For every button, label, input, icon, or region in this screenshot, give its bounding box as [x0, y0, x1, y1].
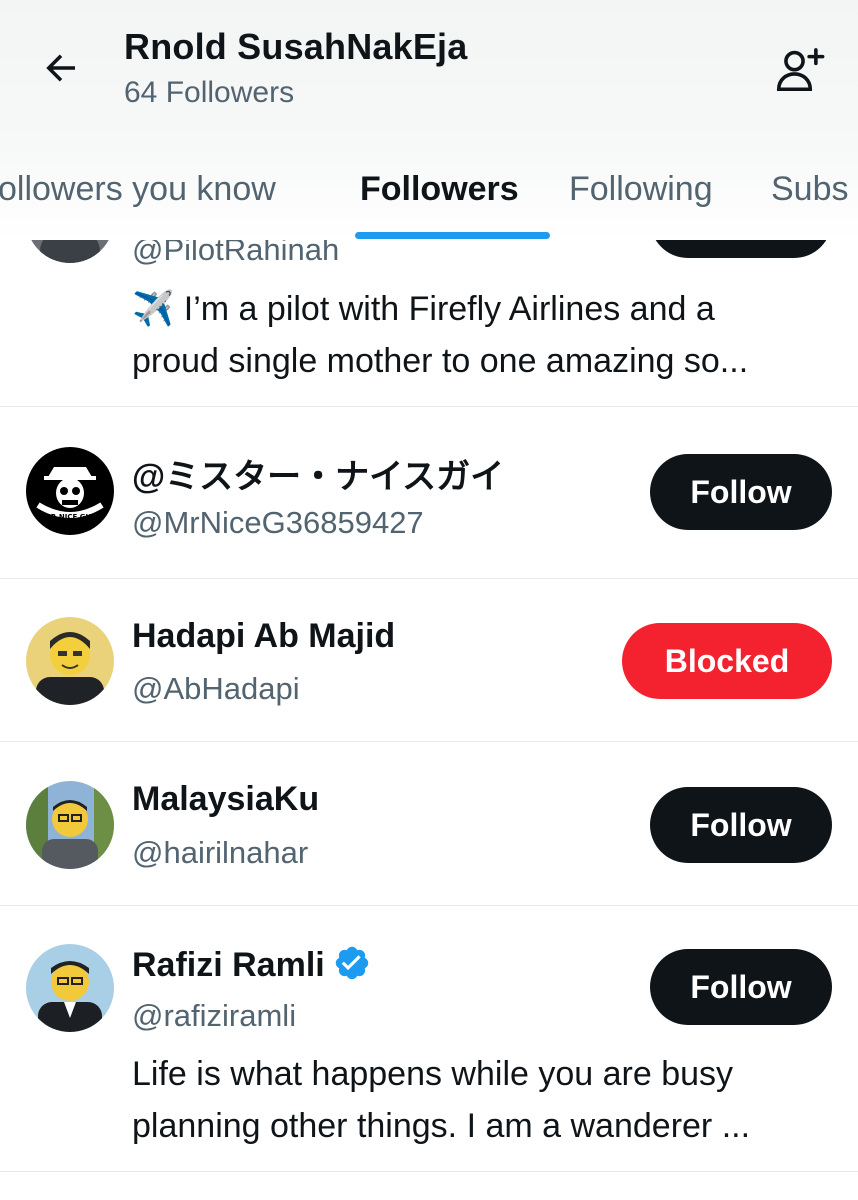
list-item[interactable]: Hadapi Ab Majid @AbHadapi Blocked	[0, 579, 858, 742]
user-bio: ✈️ I’m a pilot with Firefly Airlines and…	[132, 290, 749, 380]
top-header: Rnold SusahNakEja 64 Followers ollowers …	[0, 0, 858, 240]
tab-bar: ollowers you know Followers Following Su…	[0, 160, 858, 240]
list-item[interactable]: Rafizi Ramli @rafiziramli Follow Life is…	[0, 906, 858, 1172]
page-title: Rnold SusahNakEja	[124, 26, 468, 67]
user-name: Hadapi Ab Majid	[132, 617, 396, 655]
tab-followers[interactable]: Followers	[360, 170, 519, 209]
follow-button[interactable]: Follow	[650, 787, 832, 863]
tab-following[interactable]: Following	[569, 170, 713, 209]
user-handle: @hairilnahar	[132, 835, 309, 870]
blocked-button[interactable]: Blocked	[622, 623, 832, 699]
follow-button[interactable]: Follow	[650, 949, 832, 1025]
back-button[interactable]	[30, 40, 92, 96]
tab-subscriptions[interactable]: Subs	[771, 170, 849, 209]
active-tab-indicator	[355, 232, 550, 239]
avatar[interactable]	[26, 781, 114, 869]
avatar[interactable]: MR.NICE GUY	[26, 447, 114, 535]
verified-badge-icon	[335, 946, 368, 980]
add-user-button[interactable]	[764, 38, 834, 100]
user-handle: @rafiziramli	[132, 998, 297, 1033]
person-add-icon	[776, 48, 825, 92]
avatar[interactable]	[26, 944, 114, 1032]
list-item[interactable]: MalaysiaKu @hairilnahar Follow	[0, 742, 858, 906]
user-name: MalaysiaKu	[132, 780, 320, 818]
followers-count: 64 Followers	[124, 76, 295, 109]
user-name: @ミスター・ナイスガイ	[132, 458, 505, 496]
follow-button[interactable]: Follow	[650, 454, 832, 530]
user-handle: @MrNiceG36859427	[132, 505, 424, 540]
list-item[interactable]: MR.NICE GUY @ミスター・ナイスガイ @MrNiceG36859427…	[0, 407, 858, 579]
title-block: Rnold SusahNakEja 64 Followers	[124, 26, 467, 110]
user-bio: Life is what happens while you are busy …	[132, 1055, 751, 1145]
user-handle: @AbHadapi	[132, 671, 300, 706]
user-name: Rafizi Ramli	[132, 944, 371, 985]
tab-followers-you-know[interactable]: ollowers you know	[0, 170, 276, 209]
arrow-left-icon	[46, 54, 75, 82]
avatar[interactable]	[26, 617, 114, 705]
svg-text:MR.NICE GUY: MR.NICE GUY	[44, 513, 97, 521]
